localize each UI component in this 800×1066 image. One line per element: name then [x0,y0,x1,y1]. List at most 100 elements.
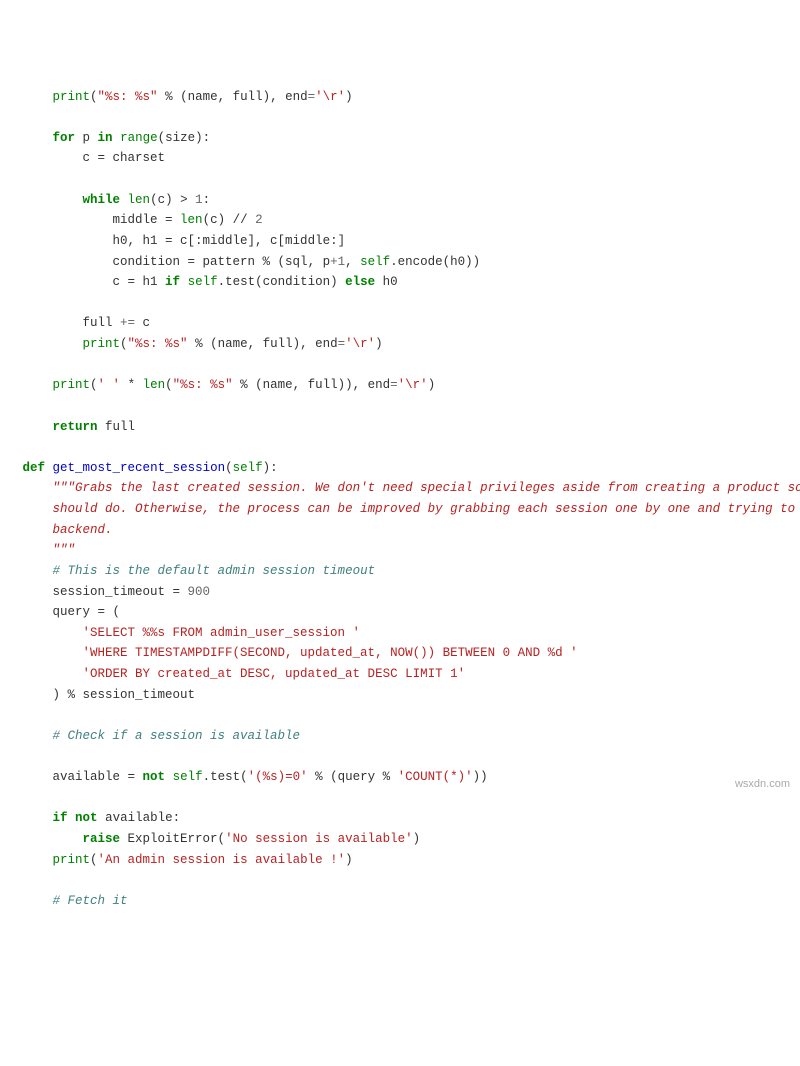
code-text: % (name, full), end [158,90,308,104]
code-text: c [135,316,150,330]
code-text: not [143,770,166,784]
code-text: "%s: %s" [173,378,233,392]
code-text: 'No session is available' [225,832,413,846]
code-text: h0 [375,275,398,289]
code-text: raise [83,832,121,846]
code-text: session_timeout = [53,585,188,599]
code-text: ) [375,337,383,351]
code-text: self [233,461,263,475]
code-text: ExploitError( [120,832,225,846]
code-text: should do. Otherwise, the process can be… [53,502,800,516]
code-text: self [188,275,218,289]
code-text: : [203,193,211,207]
code-text: 2 [255,213,263,227]
code-text [45,461,53,475]
code-text [68,811,76,825]
code-text: 'SELECT %%s FROM admin_user_session ' [83,626,361,640]
code-block: print("%s: %s" % (name, full), end='\r')… [0,83,800,922]
code-text: h0, h1 = c[:middle], c[middle:] [113,234,346,248]
code-text: not [75,811,98,825]
code-text: len [143,378,166,392]
code-text: 1 [338,255,346,269]
code-text: query = ( [53,605,121,619]
code-text: = [308,90,316,104]
code-text: if [165,275,180,289]
code-text: += [120,316,135,330]
code-text: available: [98,811,181,825]
code-text: "%s: %s" [128,337,188,351]
code-text: ( [90,853,98,867]
watermark: wsxdn.com [735,775,790,793]
code-text: print [83,337,121,351]
code-text: ) % session_timeout [53,688,196,702]
code-text: while [83,193,121,207]
code-text: .encode(h0)) [390,255,480,269]
code-text: (c) // [203,213,256,227]
code-text: 1 [195,193,203,207]
code-text: print [53,378,91,392]
code-text: ' ' [98,378,121,392]
code-text: # Fetch it [53,894,128,908]
code-text: + [330,255,338,269]
code-text: ( [120,337,128,351]
code-text: backend. [53,523,113,537]
code-text: ( [225,461,233,475]
code-text: * [120,378,143,392]
code-text: )) [473,770,488,784]
code-text: ) [345,853,353,867]
code-text: p [75,131,98,145]
code-text: else [345,275,375,289]
code-text: full [98,420,136,434]
code-text: '(%s)=0' [248,770,308,784]
code-text: ( [90,90,98,104]
code-text: def [23,461,46,475]
code-text: in [98,131,113,145]
code-text: c = charset [83,151,166,165]
code-text: % (name, full)), end [233,378,391,392]
code-text: .test( [203,770,248,784]
code-text: """ [53,543,76,557]
code-text [180,275,188,289]
code-text: # This is the default admin session time… [53,564,376,578]
code-text: range [120,131,158,145]
code-text: .test(condition) [218,275,346,289]
code-text: "%s: %s" [98,90,158,104]
code-text: full [83,316,121,330]
code-text: = [390,378,398,392]
code-text: ) [345,90,353,104]
code-text [165,770,173,784]
code-text: print [53,90,91,104]
code-text: ): [263,461,278,475]
code-text: , [345,255,360,269]
code-text: c = h1 [113,275,166,289]
code-text: ) [428,378,436,392]
code-text: available = [53,770,143,784]
code-text [120,193,128,207]
code-text: 'WHERE TIMESTAMPDIFF(SECOND, updated_at,… [83,646,578,660]
code-text: if [53,811,68,825]
code-text: '\r' [345,337,375,351]
code-text: # Check if a session is available [53,729,301,743]
code-text: print [53,853,91,867]
code-text: len [180,213,203,227]
code-text: 'COUNT(*)' [398,770,473,784]
code-text: = [338,337,346,351]
code-text: self [173,770,203,784]
code-text: for [53,131,76,145]
code-text: len [128,193,151,207]
code-text: 'ORDER BY created_at DESC, updated_at DE… [83,667,466,681]
code-text: % (name, full), end [188,337,338,351]
code-text: (size): [158,131,211,145]
code-text: 900 [188,585,211,599]
code-text: middle = [113,213,181,227]
code-text: return [53,420,98,434]
code-text: condition = pattern % (sql, p [113,255,331,269]
code-text: '\r' [315,90,345,104]
code-text: (c) > [150,193,195,207]
code-text: """Grabs the last created session. We do… [53,481,800,495]
code-text: ) [413,832,421,846]
code-text: ( [90,378,98,392]
code-text: get_most_recent_session [53,461,226,475]
code-text: '\r' [398,378,428,392]
code-text: % (query % [308,770,398,784]
